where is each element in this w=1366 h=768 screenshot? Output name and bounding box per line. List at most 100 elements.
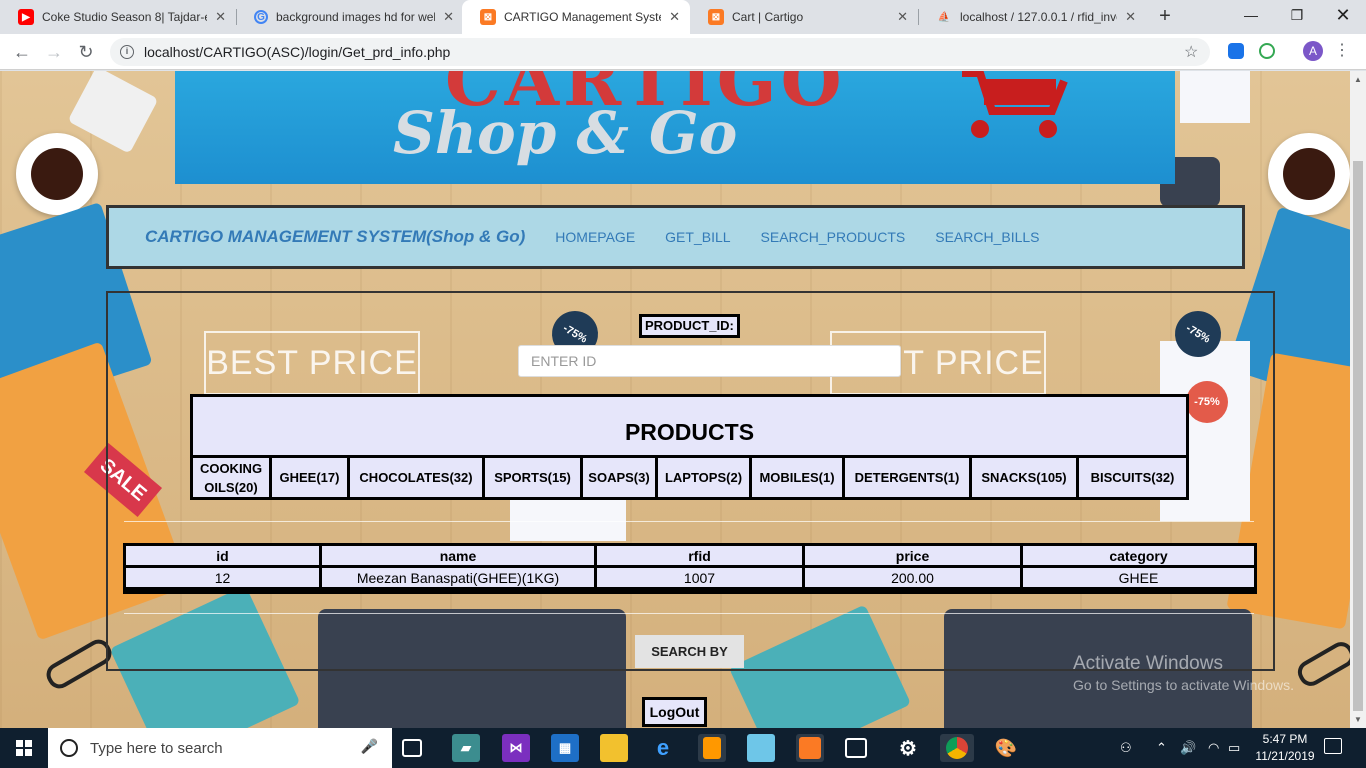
nav-link-get-bill[interactable]: GET_BILL xyxy=(665,229,730,245)
page-scrollbar[interactable]: ▲ ▼ xyxy=(1350,71,1366,728)
category-chocolates[interactable]: CHOCOLATES(32) xyxy=(350,458,482,497)
glasses-decoration xyxy=(1293,637,1350,691)
tab-title: Coke Studio Season 8| Tajdar-e xyxy=(42,10,208,24)
scroll-down-icon[interactable]: ▼ xyxy=(1354,715,1362,724)
scrollbar-thumb[interactable] xyxy=(1353,161,1363,711)
nav-link-search-products[interactable]: SEARCH_PRODUCTS xyxy=(761,229,906,245)
settings-gear-icon[interactable]: ⚙ xyxy=(894,734,922,762)
category-list: COOKING OILS(20) GHEE(17) CHOCOLATES(32)… xyxy=(193,458,1186,497)
cell-price: 200.00 xyxy=(805,568,1020,587)
products-panel: PRODUCTS COOKING OILS(20) GHEE(17) CHOCO… xyxy=(190,394,1189,500)
divider xyxy=(124,521,1254,522)
cell-rfid: 1007 xyxy=(597,568,802,587)
glasses-decoration xyxy=(42,635,116,693)
photos-icon[interactable] xyxy=(845,738,867,758)
volume-icon[interactable]: 🔊 xyxy=(1180,728,1196,768)
tab-phpmyadmin[interactable]: ⛵ localhost / 127.0.0.1 / rfid_inve ✕ xyxy=(918,0,1146,34)
close-window-icon[interactable]: ✕ xyxy=(1320,0,1366,32)
category-soaps[interactable]: SOAPS(3) xyxy=(583,458,655,497)
url-text: localhost/CARTIGO(ASC)/login/Get_prd_inf… xyxy=(144,44,451,60)
start-button[interactable] xyxy=(0,728,48,768)
file-explorer-icon[interactable] xyxy=(600,734,628,762)
category-laptops[interactable]: LAPTOPS(2) xyxy=(658,458,749,497)
edge-icon[interactable]: e xyxy=(649,734,677,762)
bookmark-star-icon[interactable]: ☆ xyxy=(1184,42,1198,62)
app-icon[interactable]: ▰ xyxy=(452,734,480,762)
close-tab-icon[interactable]: ✕ xyxy=(897,9,908,25)
product-id-input[interactable] xyxy=(518,345,901,377)
people-icon[interactable]: ⚇ xyxy=(1120,728,1132,768)
back-icon[interactable]: ← xyxy=(10,40,34,64)
nav-link-search-bills[interactable]: SEARCH_BILLS xyxy=(935,229,1039,245)
url-field[interactable]: i localhost/CARTIGO(ASC)/login/Get_prd_i… xyxy=(110,38,1210,66)
reload-icon[interactable]: ↻ xyxy=(74,40,98,64)
taskbar-search-placeholder: Type here to search xyxy=(90,739,223,757)
category-biscuits[interactable]: BISCUITS(32) xyxy=(1079,458,1186,497)
tab-youtube[interactable]: ▶ Coke Studio Season 8| Tajdar-e ✕ xyxy=(0,0,236,34)
windows-logo-icon xyxy=(16,740,32,756)
task-view-icon[interactable] xyxy=(402,739,422,757)
xampp-icon: ⊠ xyxy=(708,9,724,25)
cell-id: 12 xyxy=(126,568,319,587)
logout-button[interactable]: LogOut xyxy=(642,697,707,727)
sublime-text-icon[interactable] xyxy=(698,734,726,762)
category-cooking-oils[interactable]: COOKING OILS(20) xyxy=(193,458,269,497)
wifi-icon[interactable]: ◠ xyxy=(1208,728,1219,768)
scroll-up-icon[interactable]: ▲ xyxy=(1354,75,1362,84)
navbar-brand[interactable]: CARTIGO MANAGEMENT SYSTEM(Shop & Go) xyxy=(145,227,525,247)
taskbar-clock[interactable]: 5:47 PM 11/21/2019 xyxy=(1246,731,1324,765)
nav-link-homepage[interactable]: HOMEPAGE xyxy=(555,229,635,245)
tab-google[interactable]: G background images hd for wel ✕ xyxy=(236,0,464,34)
maximize-icon[interactable]: ❐ xyxy=(1274,0,1320,32)
category-detergents[interactable]: DETERGENTS(1) xyxy=(845,458,969,497)
notes-app-icon[interactable] xyxy=(747,734,775,762)
shopping-cart-icon xyxy=(962,71,1068,138)
microphone-icon[interactable]: 🎤 xyxy=(361,738,378,755)
column-header-name: name xyxy=(322,546,594,565)
paint-icon[interactable]: 🎨 xyxy=(992,734,1020,762)
close-tab-icon[interactable]: ✕ xyxy=(443,9,454,25)
close-tab-icon[interactable]: ✕ xyxy=(1125,9,1136,25)
product-id-label: PRODUCT_ID: xyxy=(639,314,740,338)
address-bar-row: ← → ↻ i localhost/CARTIGO(ASC)/login/Get… xyxy=(0,34,1366,70)
profile-avatar[interactable]: A xyxy=(1303,41,1323,61)
search-by-button[interactable]: SEARCH BY xyxy=(635,635,744,668)
tab-cartigo-management[interactable]: ⊠ CARTIGO Management System ✕ xyxy=(462,0,690,34)
main-navbar: CARTIGO MANAGEMENT SYSTEM(Shop & Go) HOM… xyxy=(106,205,1245,269)
minimize-icon[interactable]: — xyxy=(1228,0,1274,32)
category-sports[interactable]: SPORTS(15) xyxy=(485,458,580,497)
xampp-icon: ⊠ xyxy=(480,9,496,25)
site-info-icon[interactable]: i xyxy=(120,45,134,59)
results-table-wrap: id name rfid price category 12 Meezan Ba… xyxy=(123,543,1257,594)
notification-center-icon[interactable] xyxy=(1324,738,1342,754)
activate-windows-watermark: Activate Windows Go to Settings to activ… xyxy=(1073,653,1294,693)
close-tab-icon[interactable]: ✕ xyxy=(669,9,680,25)
banner-logo-subtitle: Shop & Go xyxy=(393,99,738,167)
column-header-price: price xyxy=(805,546,1020,565)
store-icon[interactable]: ▦ xyxy=(551,734,579,762)
forward-icon[interactable]: → xyxy=(42,40,66,64)
chrome-icon[interactable] xyxy=(940,734,974,762)
new-tab-button[interactable]: + xyxy=(1152,5,1178,29)
coffee-cup-decoration xyxy=(1268,133,1350,215)
close-tab-icon[interactable]: ✕ xyxy=(215,9,226,25)
column-header-category: category xyxy=(1023,546,1254,565)
category-mobiles[interactable]: MOBILES(1) xyxy=(752,458,842,497)
menu-kebab-icon[interactable]: ⋮ xyxy=(1334,40,1350,60)
windows-taskbar: Type here to search 🎤 ▰ ⋈ ▦ e ⚙ 🎨 ⚇ ⌃ 🔊 … xyxy=(0,728,1366,768)
table-row: 12 Meezan Banaspati(GHEE)(1KG) 1007 200.… xyxy=(126,568,1254,587)
column-header-rfid: rfid xyxy=(597,546,802,565)
battery-icon[interactable]: ▭ xyxy=(1228,728,1240,768)
visual-studio-icon[interactable]: ⋈ xyxy=(502,734,530,762)
extension-icon[interactable] xyxy=(1228,43,1244,59)
tray-chevron-icon[interactable]: ⌃ xyxy=(1156,728,1167,768)
category-ghee[interactable]: GHEE(17) xyxy=(272,458,347,497)
category-snacks[interactable]: SNACKS(105) xyxy=(972,458,1076,497)
extension-search-icon[interactable] xyxy=(1259,43,1275,59)
site-banner: CARTIGO Shop & Go xyxy=(175,71,1175,184)
youtube-icon: ▶ xyxy=(18,9,34,25)
tab-cart[interactable]: ⊠ Cart | Cartigo ✕ xyxy=(690,0,918,34)
xampp-taskbar-icon[interactable] xyxy=(796,734,824,762)
table-header-row: id name rfid price category xyxy=(126,546,1254,565)
taskbar-search-box[interactable]: Type here to search 🎤 xyxy=(48,728,392,768)
